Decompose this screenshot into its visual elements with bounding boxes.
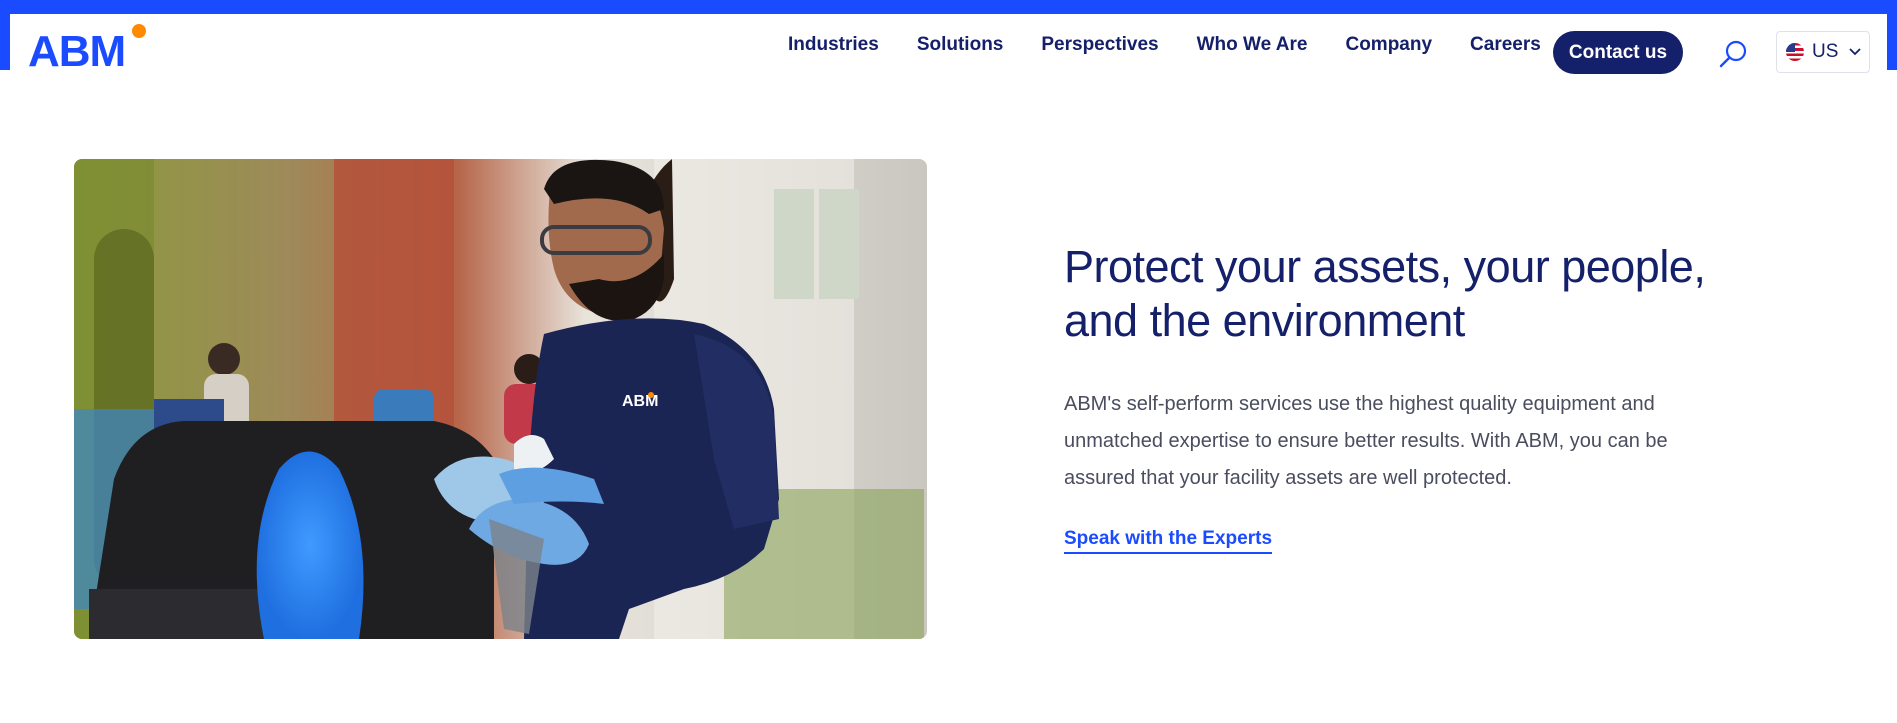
locale-label: US <box>1812 41 1839 62</box>
nav-item-company[interactable]: Company <box>1345 34 1432 56</box>
nav-item-perspectives[interactable]: Perspectives <box>1041 34 1158 56</box>
hero-body-text: ABM's self-perform services use the high… <box>1064 393 1668 489</box>
top-accent-bar-left <box>0 0 10 70</box>
nav-item-industries[interactable]: Industries <box>788 34 879 56</box>
hero-headline: Protect your assets, your people, and th… <box>1064 241 1706 346</box>
logo-dot <box>132 24 146 38</box>
locale-selector[interactable]: US <box>1776 31 1870 73</box>
top-accent-bar-right <box>1887 0 1897 70</box>
logo-text: ABM <box>28 27 126 76</box>
us-flag-icon <box>1786 43 1804 61</box>
main-nav: Industries Solutions Perspectives Who We… <box>788 14 1579 76</box>
contact-us-button[interactable]: Contact us <box>1553 31 1683 74</box>
hero-image: ABM <box>74 159 927 639</box>
nav-item-careers[interactable]: Careers <box>1470 34 1541 56</box>
search-icon[interactable] <box>1718 38 1750 70</box>
top-accent-bar <box>0 0 1897 14</box>
chevron-down-icon <box>1848 45 1862 59</box>
nav-item-solutions[interactable]: Solutions <box>917 34 1004 56</box>
nav-item-who-we-are[interactable]: Who We Are <box>1197 34 1308 56</box>
site-header: ABM Industries Solutions Perspectives Wh… <box>10 14 1887 76</box>
speak-with-experts-link[interactable]: Speak with the Experts <box>1064 528 1273 554</box>
